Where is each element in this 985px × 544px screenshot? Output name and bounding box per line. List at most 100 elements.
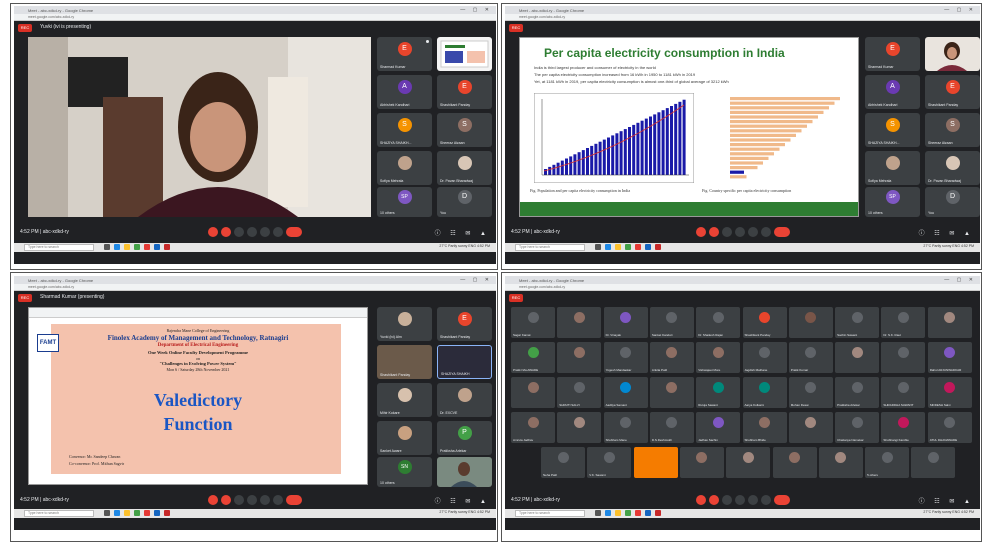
participant-tile[interactable]: S SHAZIYA SHAIKH... <box>865 113 920 147</box>
participant-tile[interactable]: S Sheeraz Aizaan <box>925 113 980 147</box>
participant-tile[interactable]: 5 others <box>865 447 910 478</box>
participant-tile[interactable]: Neha Patil <box>541 447 585 478</box>
edge-icon[interactable] <box>605 510 611 516</box>
edge-icon[interactable] <box>114 244 120 250</box>
participant-tile[interactable]: Sachin Sawant <box>835 307 880 338</box>
task-view-icon[interactable] <box>104 510 110 516</box>
participant-tile[interactable]: S Sheeraz Aizaan <box>437 113 492 147</box>
window-controls[interactable]: — ▢ ✕ <box>460 7 492 13</box>
participant-tile[interactable] <box>911 447 956 478</box>
more-icon[interactable] <box>273 495 283 505</box>
ppt-icon[interactable] <box>164 510 170 516</box>
participant-tile[interactable]: ATUL DHANAWADE <box>927 412 972 443</box>
participant-tile[interactable]: Dr. Pavan Bharadwaj <box>437 151 492 185</box>
folder-icon[interactable] <box>124 510 130 516</box>
edge-icon[interactable] <box>114 510 120 516</box>
participant-tile[interactable]: Mihir Kokare <box>377 383 432 417</box>
chrome-icon[interactable] <box>625 244 631 250</box>
participant-tile[interactable] <box>726 447 771 478</box>
participant-tile[interactable]: Dr. Vinayak <box>603 307 648 338</box>
participant-tile[interactable] <box>927 307 972 338</box>
app-icon[interactable] <box>144 244 150 250</box>
more-icon[interactable] <box>273 227 283 237</box>
word-icon[interactable] <box>645 510 651 516</box>
folder-icon[interactable] <box>124 244 130 250</box>
participant-tile[interactable] <box>835 342 880 373</box>
word-icon[interactable] <box>154 244 160 250</box>
taskbar-search[interactable]: Type here to search <box>515 510 585 517</box>
participant-tile[interactable]: Ankita Patil <box>649 342 694 373</box>
raise-hand-icon[interactable] <box>734 227 745 237</box>
taskbar-search[interactable]: Type here to search <box>24 244 94 251</box>
address-bar[interactable]: meet.google.com/abc-xdkd-ry <box>14 284 496 291</box>
app-icon[interactable] <box>144 510 150 516</box>
camera-icon[interactable] <box>221 495 231 505</box>
participant-tile[interactable]: Shashikant Panday <box>377 345 432 379</box>
participant-tile[interactable] <box>633 447 678 478</box>
participant-tile[interactable]: Sofiya Mehrala <box>377 151 432 185</box>
participant-tile[interactable]: E Sharmad Kumar <box>865 37 920 71</box>
participant-tile[interactable]: P Pratiksha Arlekar <box>437 421 492 455</box>
word-icon[interactable] <box>154 510 160 516</box>
task-view-icon[interactable] <box>104 244 110 250</box>
participant-tile[interactable]: SHRADDHA SAWANT <box>881 377 926 408</box>
end-call-icon[interactable] <box>286 495 302 505</box>
captions-icon[interactable] <box>234 495 244 505</box>
captions-icon[interactable] <box>721 495 732 505</box>
participant-tile[interactable]: SIDDESH Salvi <box>927 377 972 408</box>
mic-icon[interactable] <box>208 495 218 505</box>
window-controls[interactable]: — ▢ ✕ <box>944 277 976 283</box>
mic-icon[interactable] <box>695 227 706 237</box>
participant-tile[interactable]: Shubham Bhide <box>742 412 787 443</box>
participant-tile[interactable]: Jagdish Mathane <box>742 342 787 373</box>
participant-tile[interactable]: Aarya Kulkarni <box>742 377 787 408</box>
end-call-icon[interactable] <box>773 495 790 505</box>
participant-tile[interactable]: Rahul ARJUNWADKAR <box>927 342 972 373</box>
side-icons[interactable]: ⓘ ☷ ✉ ▲ <box>919 228 974 237</box>
app-icon[interactable] <box>635 244 641 250</box>
side-icons[interactable]: ⓘ ☷ ✉ ▲ <box>435 496 490 505</box>
participant-tile[interactable]: A Abhishek Kandhari <box>865 75 920 109</box>
participant-tile[interactable] <box>788 307 833 338</box>
participant-tile[interactable]: Pratik NALAWADE <box>511 342 555 373</box>
chrome-icon[interactable] <box>625 510 631 516</box>
taskbar-search[interactable]: Type here to search <box>24 510 94 517</box>
participant-tile[interactable]: Rutuja Sawant <box>696 377 741 408</box>
participant-tile[interactable] <box>925 37 980 71</box>
participant-tile[interactable]: E Shashikant Panday <box>437 75 492 109</box>
chrome-icon[interactable] <box>134 510 140 516</box>
participant-tile[interactable]: Yuvki (ivi) Alm <box>377 307 432 341</box>
task-view-icon[interactable] <box>595 244 601 250</box>
participant-tile[interactable]: Shubhangi Kamble <box>881 412 926 443</box>
participant-tile[interactable]: Sanket Aware <box>377 421 432 455</box>
participant-tile[interactable] <box>557 342 602 373</box>
participant-tile[interactable]: S SHAZIYA SHAIKH... <box>377 113 432 147</box>
participant-tile[interactable]: SP 10 others <box>377 187 432 217</box>
participant-tile[interactable]: Pratik Kumar <box>788 342 833 373</box>
taskbar-search[interactable]: Type here to search <box>515 244 585 251</box>
participant-tile[interactable]: Pratiksha Arlekar <box>835 377 880 408</box>
participant-tile[interactable] <box>511 377 555 408</box>
ppt-icon[interactable] <box>655 244 661 250</box>
folder-icon[interactable] <box>615 510 621 516</box>
mic-icon[interactable] <box>695 495 706 505</box>
participant-tile[interactable]: Sofiya Mehrala <box>865 151 920 185</box>
participant-tile[interactable]: SHAZIYA SHAIKH <box>437 345 492 379</box>
participant-tile[interactable]: SN 10 others <box>377 457 432 487</box>
window-controls[interactable]: — ▢ ✕ <box>944 7 976 13</box>
task-view-icon[interactable] <box>595 510 601 516</box>
end-call-icon[interactable] <box>286 227 302 237</box>
raise-hand-icon[interactable] <box>247 495 257 505</box>
raise-hand-icon[interactable] <box>734 495 745 505</box>
participant-tile[interactable]: Shashikant Panday <box>742 307 787 338</box>
folder-icon[interactable] <box>615 244 621 250</box>
participant-tile[interactable] <box>557 412 602 443</box>
captions-icon[interactable] <box>721 227 732 237</box>
present-icon[interactable] <box>260 227 270 237</box>
side-icons[interactable]: ⓘ ☷ ✉ ▲ <box>435 228 490 237</box>
participant-tile[interactable] <box>649 377 694 408</box>
participant-tile[interactable]: Jadhav Sachin <box>696 412 741 443</box>
present-icon[interactable] <box>260 495 270 505</box>
edge-icon[interactable] <box>605 244 611 250</box>
participant-tile[interactable]: D.S.Deshmukh <box>649 412 694 443</box>
